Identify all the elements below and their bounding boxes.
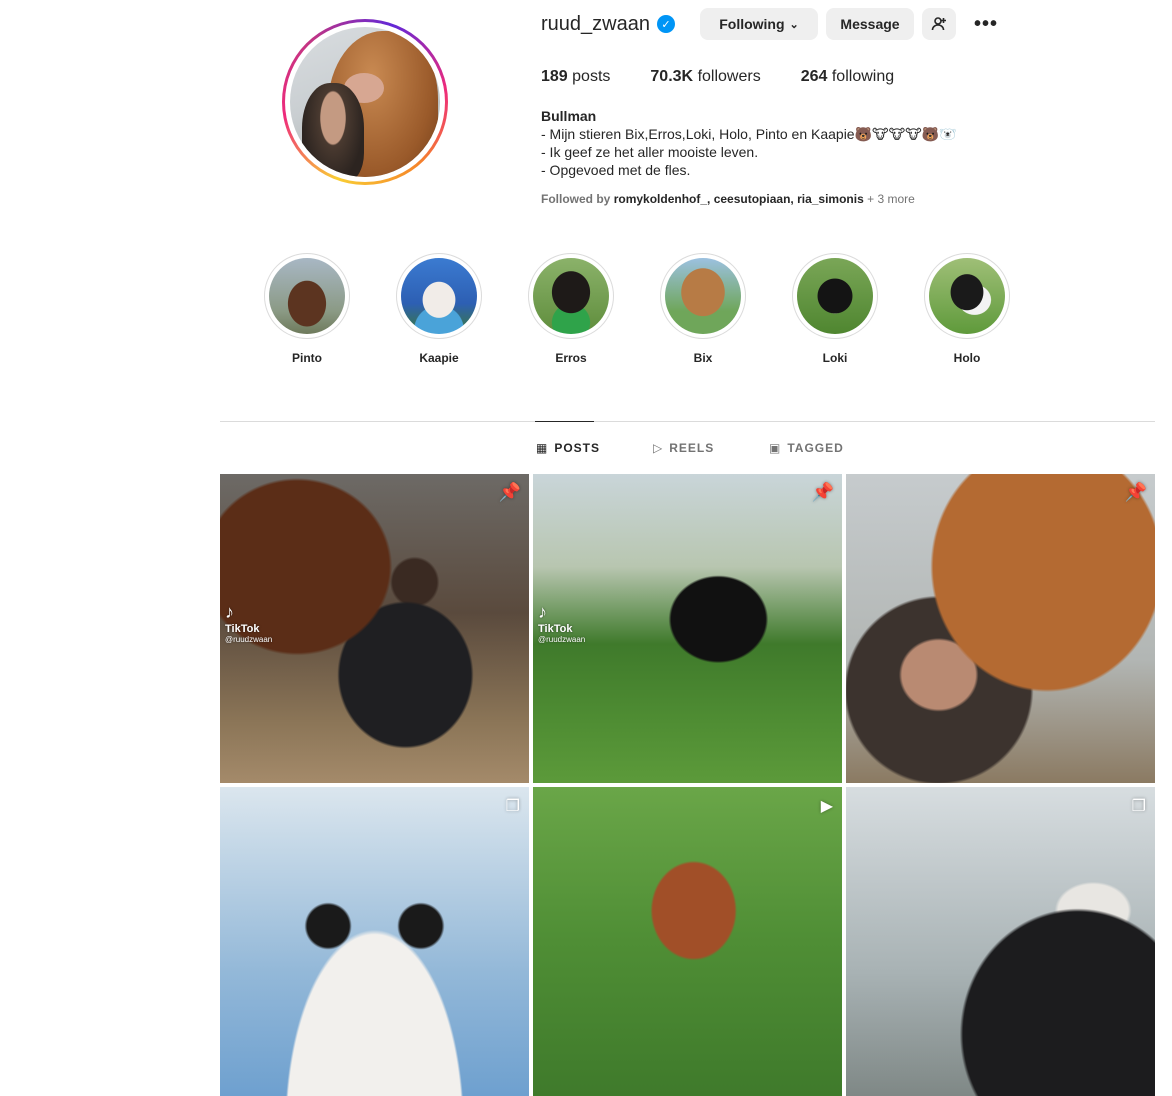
tiktok-watermark: ♪ TikTok @ruudzwaan [538,602,585,644]
profile-avatar-story-ring[interactable] [282,19,448,185]
story-highlight-pinto[interactable]: Pinto [264,253,350,365]
post-tile[interactable]: 📌 ♪ TikTok @ruudzwaan [533,474,842,783]
active-tab-indicator [535,421,594,422]
posts-label: posts [572,68,611,85]
post-tile[interactable]: ❐ [220,787,529,1096]
bio-line: - Ik geef ze het aller mooiste leven. [541,144,759,160]
highlight-ring [528,253,614,339]
followed-by-prefix: Followed by [541,192,611,206]
story-highlight-kaapie[interactable]: Kaapie [396,253,482,365]
tab-tagged-label: TAGGED [787,441,844,455]
tiktok-brand: TikTok [538,623,573,635]
bio-line: - Opgevoed met de fles. [541,162,691,178]
story-highlight-loki[interactable]: Loki [792,253,878,365]
message-button[interactable]: Message [826,8,914,40]
profile-bio: Bullman - Mijn stieren Bix,Erros,Loki, H… [541,107,957,179]
highlight-label: Erros [555,351,587,365]
followed-by-more: + 3 more [867,192,915,206]
highlight-cover [533,258,609,334]
following-button[interactable]: Following ⌄ [700,8,818,40]
story-highlight-erros[interactable]: Erros [528,253,614,365]
tab-posts[interactable]: ▦ POSTS [536,441,600,455]
pin-icon: 📌 [811,482,834,502]
carousel-icon: ❐ [1131,798,1146,815]
tiktok-handle: @ruudzwaan [225,635,273,644]
tiktok-handle: @ruudzwaan [538,635,586,644]
following-button-label: Following [719,16,785,32]
profile-stats: 189 posts 70.3K followers 264 following [541,68,934,86]
followers-label: followers [697,68,761,85]
tiktok-logo-icon: ♪ [538,602,547,622]
followers-stat[interactable]: 70.3K followers [650,68,760,86]
followers-count: 70.3K [650,68,694,85]
reels-icon: ▷ [653,441,664,455]
profile-header: ruud_zwaan ✓ [541,8,675,40]
bio-line: - Mijn stieren Bix,Erros,Loki, Holo, Pin… [541,126,957,142]
highlight-cover [269,258,345,334]
highlight-ring [792,253,878,339]
post-tile[interactable]: 📌 ♪ TikTok @ruudzwaan [220,474,529,783]
highlight-cover [665,258,741,334]
avatar-man-shape [302,83,364,177]
tab-tagged[interactable]: ▣ TAGGED [769,441,844,455]
story-highlight-bix[interactable]: Bix [660,253,746,365]
post-tile[interactable]: ▶ [533,787,842,1096]
chevron-down-icon: ⌄ [789,18,799,31]
tabs-divider [220,421,1155,422]
tagged-icon: ▣ [769,441,782,455]
highlight-label: Bix [693,351,713,365]
carousel-icon: ❐ [505,798,520,815]
highlight-label: Kaapie [419,351,459,365]
highlight-cover [797,258,873,334]
profile-full-name: Bullman [541,108,597,124]
profile-avatar-frame [285,22,445,182]
following-count: 264 [800,68,828,85]
tiktok-watermark: ♪ TikTok @ruudzwaan [225,602,272,644]
posts-count: 189 [541,68,568,85]
pin-icon: 📌 [1124,482,1147,502]
more-options-icon[interactable]: ••• [970,8,1002,40]
reel-icon: ▶ [820,798,833,815]
tiktok-logo-icon: ♪ [225,602,234,622]
story-highlight-holo[interactable]: Holo [924,253,1010,365]
highlight-ring [924,253,1010,339]
highlight-label: Loki [822,351,848,365]
tab-posts-label: POSTS [554,441,601,455]
tab-reels[interactable]: ▷ REELS [653,441,714,455]
post-tile[interactable]: ❐ [846,787,1155,1096]
tab-reels-label: REELS [669,441,715,455]
highlight-label: Holo [953,351,981,365]
pin-icon: 📌 [498,482,521,502]
followed-by[interactable]: Followed by romykoldenhof_, ceesutopiaan… [541,192,915,206]
highlight-ring [660,253,746,339]
highlight-cover [929,258,1005,334]
message-button-label: Message [840,16,900,32]
add-user-icon [931,17,946,31]
profile-avatar [290,27,440,177]
posts-count-stat: 189 posts [541,68,610,86]
highlight-ring [264,253,350,339]
suggest-user-button[interactable] [922,8,956,40]
following-label: following [831,68,895,85]
following-stat[interactable]: 264 following [801,68,894,86]
profile-username: ruud_zwaan [541,12,650,35]
post-tile[interactable]: 📌 [846,474,1155,783]
highlight-label: Pinto [292,351,322,365]
grid-icon: ▦ [536,441,549,455]
verified-badge-icon: ✓ [656,15,675,33]
highlight-cover [401,258,477,334]
highlight-ring [396,253,482,339]
tiktok-brand: TikTok [225,623,260,635]
followed-by-names: romykoldenhof_, ceesutopiaan, ria_simoni… [613,192,864,206]
